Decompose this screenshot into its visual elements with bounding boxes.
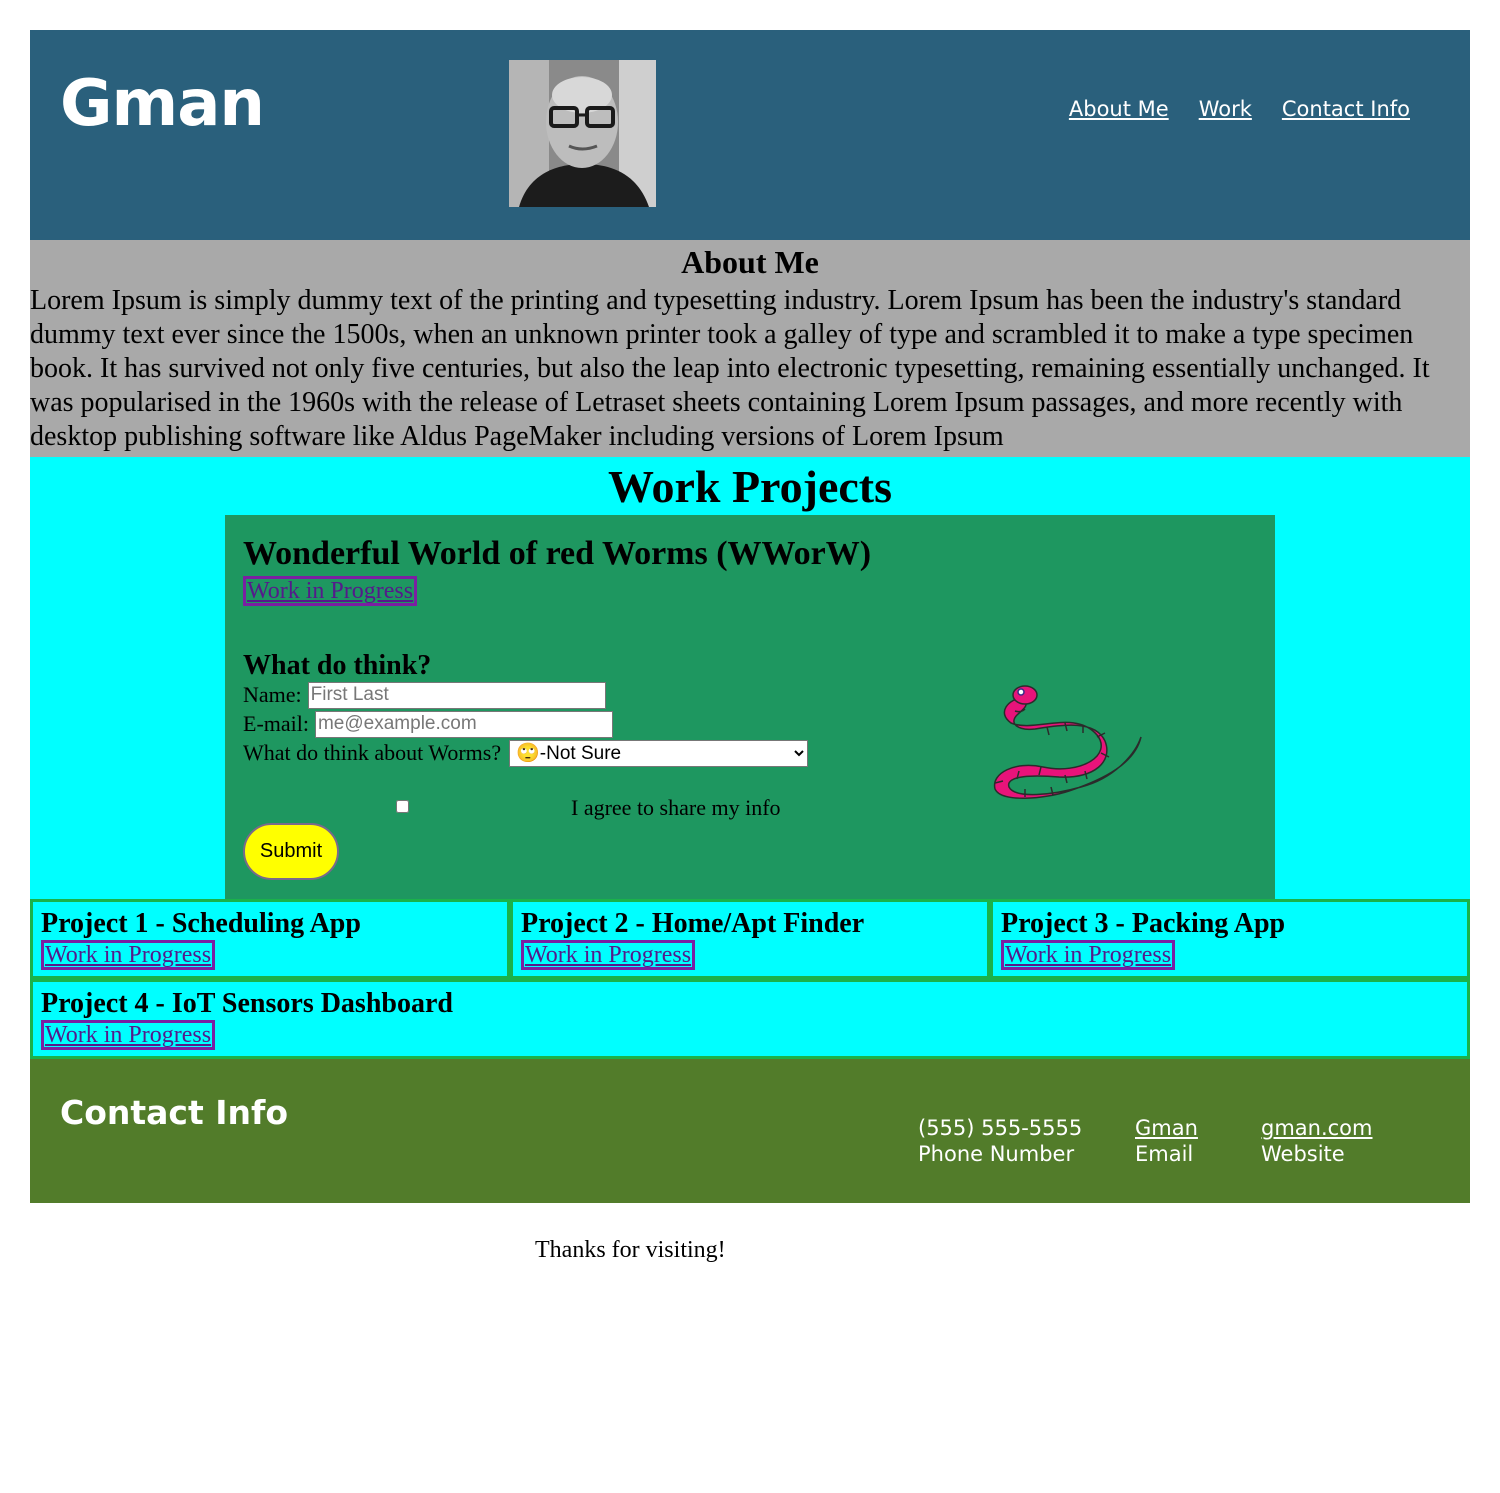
project-title: Project 4 - IoT Sensors Dashboard — [41, 988, 453, 1019]
project-link[interactable]: Work in Progress — [1001, 940, 1176, 970]
contact-phone: (555) 555-5555 Phone Number — [918, 1115, 1082, 1167]
email-link[interactable]: Gman — [1135, 1116, 1198, 1140]
email-label: Email — [1135, 1142, 1194, 1166]
page: Gman About Me Work Contact Info About Me — [30, 30, 1470, 1203]
agree-checkbox[interactable] — [396, 800, 409, 813]
nav-link-about-me[interactable]: About Me — [1069, 97, 1169, 121]
contact-website: gman.com Website — [1261, 1115, 1373, 1167]
opinion-select[interactable]: 🙄-Not Sure — [509, 739, 809, 767]
contact-email: Gman Email — [1135, 1115, 1198, 1167]
project-title: Project 2 - Home/Apt Finder — [521, 908, 865, 939]
about-section: About Me Lorem Ipsum is simply dummy tex… — [30, 240, 1470, 457]
email-row: E-mail: — [243, 710, 613, 738]
about-body: Lorem Ipsum is simply dummy text of the … — [30, 285, 1430, 452]
profile-photo — [509, 60, 656, 207]
submit-button[interactable]: Submit — [243, 823, 339, 880]
main-nav: About Me Work Contact Info — [1069, 97, 1410, 121]
featured-project-link[interactable]: Work in Progress — [243, 576, 418, 606]
name-label: Name: — [243, 682, 302, 707]
nav-link-contact-info[interactable]: Contact Info — [1282, 97, 1410, 121]
project-link[interactable]: Work in Progress — [41, 940, 216, 970]
site-header: Gman About Me Work Contact Info — [30, 30, 1470, 240]
work-section: Work Projects Wonderful World of red Wor… — [30, 457, 1470, 1059]
site-logo: Gman — [60, 67, 265, 141]
website-link[interactable]: gman.com — [1261, 1116, 1373, 1140]
project-link[interactable]: Work in Progress — [41, 1020, 216, 1050]
project-card: Project 2 - Home/Apt Finder Work in Prog… — [510, 899, 990, 979]
worm-illustration — [993, 685, 1142, 799]
name-row: Name: — [243, 681, 606, 709]
projects-row-1: Project 1 - Scheduling App Work in Progr… — [30, 899, 1470, 979]
website-label: Website — [1261, 1142, 1345, 1166]
phone-value: (555) 555-5555 — [918, 1116, 1083, 1140]
project-title: Project 1 - Scheduling App — [41, 908, 361, 939]
feedback-form-title: What do think? — [243, 650, 432, 681]
contact-section: Contact Info (555) 555-5555 Phone Number… — [30, 1059, 1470, 1203]
footer-note: Thanks for visiting! — [535, 1237, 726, 1263]
opinion-row: What do think about Worms? 🙄-Not Sure — [243, 739, 809, 767]
project-card: Project 1 - Scheduling App Work in Progr… — [30, 899, 510, 979]
name-input[interactable] — [307, 681, 606, 709]
agree-label: I agree to share my info — [571, 795, 781, 820]
opinion-label: What do think about Worms? — [243, 740, 502, 765]
profile-photo-image — [509, 60, 656, 207]
about-title: About Me — [681, 244, 819, 280]
project-link[interactable]: Work in Progress — [521, 940, 696, 970]
project-title: Project 3 - Packing App — [1001, 908, 1286, 939]
work-title: Work Projects — [607, 461, 893, 512]
featured-project: Wonderful World of red Worms (WWorW) Wor… — [225, 515, 1275, 899]
project-card: Project 4 - IoT Sensors Dashboard Work i… — [30, 979, 1470, 1059]
email-label: E-mail: — [243, 711, 309, 736]
project-card: Project 3 - Packing App Work in Progress — [990, 899, 1470, 979]
nav-link-work[interactable]: Work — [1199, 97, 1252, 121]
phone-label: Phone Number — [918, 1142, 1075, 1166]
email-input[interactable] — [314, 710, 613, 738]
featured-project-title: Wonderful World of red Worms (WWorW) — [243, 535, 872, 572]
projects-row-2: Project 4 - IoT Sensors Dashboard Work i… — [30, 979, 1470, 1059]
contact-title: Contact Info — [60, 1093, 289, 1132]
